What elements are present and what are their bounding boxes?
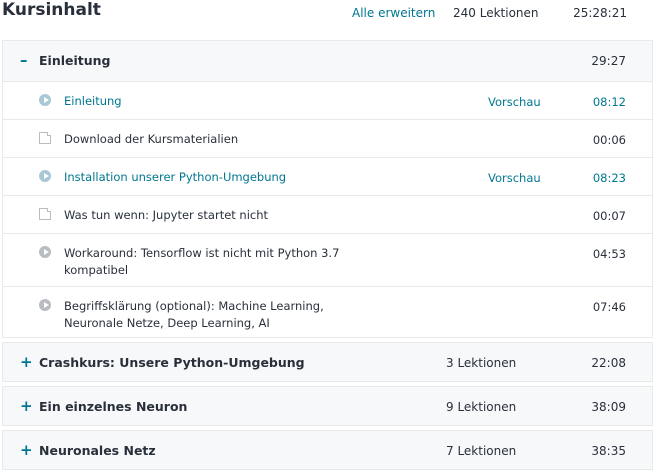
section-duration: 38:09	[591, 400, 626, 414]
section-lecture-count: 9 Lektionen	[446, 400, 517, 414]
lecture-title: Download der Kursmaterialien	[64, 132, 239, 146]
collapse-icon[interactable]: –	[20, 51, 28, 69]
preview-link[interactable]: Vorschau	[488, 171, 541, 185]
section-duration: 22:08	[591, 356, 626, 370]
lecture-title[interactable]: Installation unserer Python-Umgebung	[64, 169, 364, 186]
section-neuronales-netz[interactable]: + Neuronales Netz 7 Lektionen 38:35	[2, 430, 653, 470]
total-duration: 25:28:21	[573, 6, 627, 20]
section-title[interactable]: Ein einzelnes Neuron	[39, 399, 187, 414]
lecture-duration: 04:53	[592, 247, 626, 261]
section-lecture-count: 7 Lektionen	[446, 444, 517, 458]
section-title[interactable]: Crashkurs: Unsere Python-Umgebung	[39, 355, 305, 370]
expand-all-link[interactable]: Alle erweitern	[352, 6, 435, 20]
document-icon	[39, 132, 51, 144]
lecture-duration: 07:46	[592, 300, 626, 314]
lecture-row[interactable]: Installation unserer Python-Umgebung Vor…	[3, 157, 652, 195]
section-title[interactable]: Einleitung	[39, 53, 111, 68]
play-icon	[39, 246, 51, 258]
section-header[interactable]: + Crashkurs: Unsere Python-Umgebung 3 Le…	[3, 343, 652, 383]
lecture-row[interactable]: Einleitung Vorschau 08:12	[3, 81, 652, 119]
lecture-title: Begriffsklärung (optional): Machine Lear…	[64, 299, 324, 330]
lecture-row[interactable]: Download der Kursmaterialien 00:06	[3, 119, 652, 157]
play-icon	[39, 170, 51, 182]
section-einleitung: – Einleitung 29:27 Einleitung Vorschau 0…	[2, 40, 653, 338]
section-header[interactable]: – Einleitung 29:27	[3, 41, 652, 81]
lecture-row[interactable]: Workaround: Tensorflow ist nicht mit Pyt…	[3, 233, 652, 286]
expand-icon[interactable]: +	[20, 353, 33, 371]
play-icon	[39, 94, 51, 106]
section-einzelnes-neuron[interactable]: + Ein einzelnes Neuron 9 Lektionen 38:09	[2, 386, 653, 426]
lecture-row[interactable]: Was tun wenn: Jupyter startet nicht 00:0…	[3, 195, 652, 233]
section-duration: 29:27	[591, 54, 626, 68]
section-duration: 38:35	[591, 444, 626, 458]
section-header[interactable]: + Ein einzelnes Neuron 9 Lektionen 38:09	[3, 387, 652, 427]
lecture-duration[interactable]: 08:23	[593, 171, 626, 185]
play-icon	[39, 299, 51, 311]
expand-icon[interactable]: +	[20, 441, 33, 459]
lecture-row[interactable]: Begriffsklärung (optional): Machine Lear…	[3, 286, 652, 337]
section-crashkurs[interactable]: + Crashkurs: Unsere Python-Umgebung 3 Le…	[2, 342, 653, 382]
section-title[interactable]: Neuronales Netz	[39, 443, 156, 458]
section-header[interactable]: + Neuronales Netz 7 Lektionen 38:35	[3, 431, 652, 471]
preview-link[interactable]: Vorschau	[488, 95, 541, 109]
total-lectures-count: 240 Lektionen	[453, 6, 539, 20]
lecture-duration: 00:06	[592, 133, 626, 147]
lecture-duration: 00:07	[592, 209, 626, 223]
lecture-duration[interactable]: 08:12	[593, 95, 626, 109]
course-content-title: Kursinhalt	[2, 0, 101, 20]
course-content-header: Kursinhalt Alle erweitern 240 Lektionen …	[0, 0, 656, 30]
lecture-title: Workaround: Tensorflow ist nicht mit Pyt…	[64, 246, 340, 277]
lecture-title[interactable]: Einleitung	[64, 93, 364, 110]
lecture-title: Was tun wenn: Jupyter startet nicht	[64, 208, 269, 222]
section-lecture-count: 3 Lektionen	[446, 356, 517, 370]
lecture-list: Einleitung Vorschau 08:12 Download der K…	[3, 81, 652, 337]
document-icon	[39, 208, 51, 220]
expand-icon[interactable]: +	[20, 397, 33, 415]
